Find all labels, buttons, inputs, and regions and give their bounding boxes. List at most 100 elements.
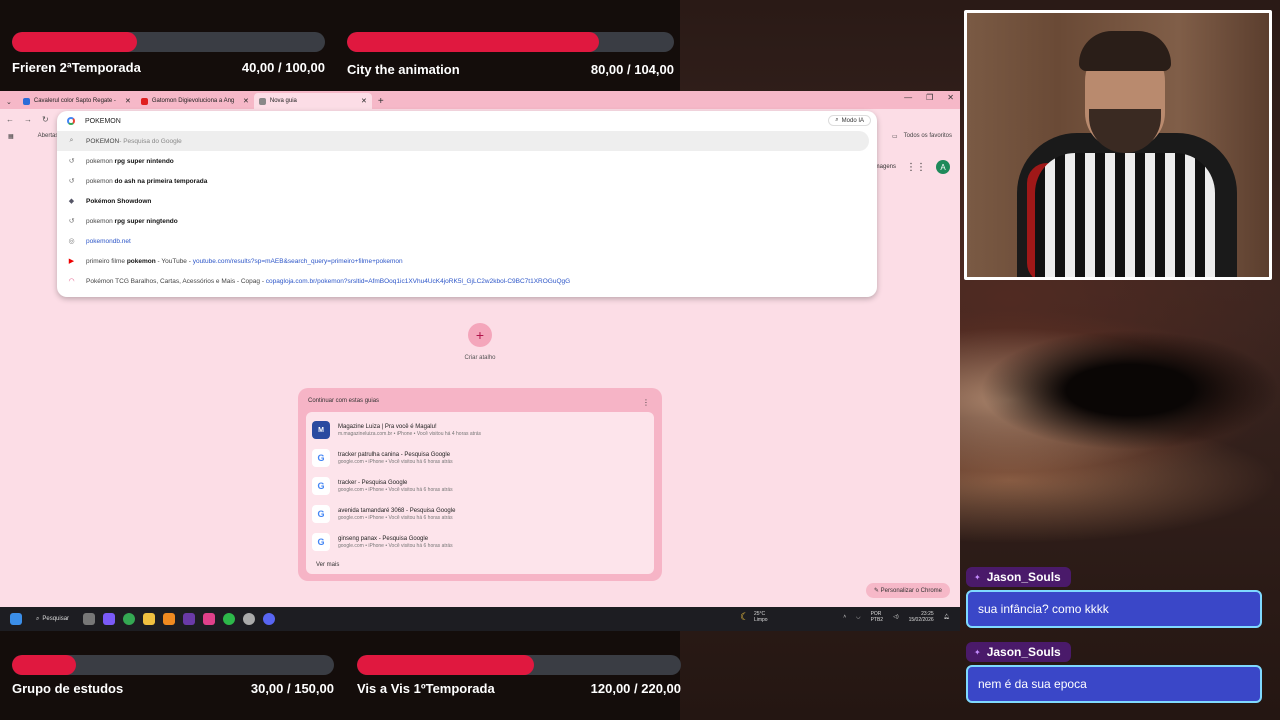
notification-icon[interactable]: 🔔︎	[944, 614, 950, 620]
list-item[interactable]: G tracker - Pesquisa Google google.com • …	[312, 472, 648, 500]
suggestion-bold: pokemon	[126, 257, 156, 265]
github-icon[interactable]	[243, 613, 256, 625]
apps-icon[interactable]: ▦	[8, 133, 14, 140]
omnibox-input[interactable]: POKEMON	[57, 111, 877, 131]
suggestion-item[interactable]: ↺ pokemon rpg super nintendo	[57, 151, 877, 171]
chat-username: ✦ Jason_Souls	[966, 567, 1071, 587]
magalu-icon: M	[312, 421, 330, 439]
continue-tabs-title: Continuar com estas guias	[308, 398, 380, 404]
list-item[interactable]: G ginseng panax - Pesquisa Google google.…	[312, 528, 648, 556]
suggestion-bold: rpg super ningtendo	[114, 217, 178, 225]
chat-username: ✦ Jason_Souls	[966, 642, 1071, 662]
instagram-icon[interactable]	[203, 613, 216, 625]
see-more-link[interactable]: Ver mais	[312, 556, 648, 570]
sublime-icon[interactable]	[163, 613, 176, 625]
suggestion-item[interactable]: ⌕ POKEMON- Pesquisa do Google	[57, 131, 869, 151]
suggestion-item[interactable]: ◎ pokemondb.net	[57, 231, 877, 251]
add-shortcut-button[interactable]: +	[468, 323, 492, 347]
tab-cavalerul[interactable]: Cavalerul color Sapto Regate - ✕	[18, 93, 136, 109]
goal-progress-track	[12, 655, 334, 675]
obs-icon[interactable]	[183, 613, 196, 625]
chat-user-label: Jason_Souls	[986, 570, 1061, 584]
task-view-icon[interactable]	[83, 613, 96, 625]
suggestion-text: pokemon rpg super ningtendo	[86, 218, 178, 225]
weather-widget[interactable]: ☾ 25°C Limpo	[740, 611, 768, 623]
suggestion-url: pokemondb.net	[86, 237, 131, 245]
suggestion-text: Pokémon TCG Baralhos, Cartas, Acessórios…	[86, 278, 570, 285]
copag-icon: ◠	[68, 278, 75, 285]
suggestion-item[interactable]: ◆ Pokémon Showdown	[57, 191, 877, 211]
maximize-icon[interactable]: ❐	[926, 93, 933, 102]
chrome-icon[interactable]	[123, 613, 136, 625]
clock[interactable]: 23:25 15/02/2026	[909, 611, 934, 623]
item-subtitle: google.com • iPhone • Você visitou há 6 …	[338, 458, 453, 465]
copilot-icon[interactable]	[103, 613, 116, 625]
list-item[interactable]: G avenida tamandaré 3068 - Pesquisa Goog…	[312, 500, 648, 528]
language-indicator[interactable]: POR PTB2	[871, 611, 884, 623]
system-tray: ˄ ◡ POR PTB2 ◁) 23:25 15/02/2026 🔔︎	[843, 611, 950, 623]
close-icon[interactable]: ✕	[947, 93, 954, 102]
goal-value: 30,00 / 150,00	[250, 681, 334, 696]
omnibox-dropdown: POKEMON ⌕ Modo IA ⌕ POKEMON- Pesquisa do G…	[57, 111, 877, 297]
badge-icon: ✦	[974, 572, 981, 582]
showdown-icon: ◆	[68, 198, 75, 205]
more-options-icon[interactable]: ⋮	[642, 398, 650, 407]
tab-list-icon[interactable]: ⌄	[6, 98, 12, 106]
wifi-icon[interactable]: ◡	[856, 614, 860, 620]
chat-message: sua infância? como kkkk	[966, 590, 1262, 628]
goal-title: Frieren 2ªTemporada	[12, 60, 141, 75]
goal-progress-track	[347, 32, 674, 52]
suggestion-item[interactable]: ↺ pokemon rpg super ningtendo	[57, 211, 877, 231]
suggestion-item[interactable]: ↺ pokemon do ash na primeira temporada	[57, 171, 877, 191]
suggestion-bold: rpg super nintendo	[114, 157, 174, 165]
chevron-up-icon[interactable]: ˄	[843, 614, 846, 620]
minimize-icon[interactable]: —	[904, 93, 912, 102]
suggestion-list: ⌕ POKEMON- Pesquisa do Google ↺ pokemon rpg…	[57, 131, 877, 291]
suggestion-text: pokemon rpg super nintendo	[86, 158, 174, 165]
google-icon: G	[312, 449, 330, 467]
tab-label: Cavalerul color Sapto Regate -	[33, 98, 116, 104]
tab-close-icon[interactable]: ✕	[243, 97, 249, 105]
bookmark-all-favorites[interactable]: Todos os favoritos	[904, 133, 952, 139]
taskbar-search[interactable]: ⌕ Pesquisar	[30, 616, 75, 623]
item-subtitle: google.com • iPhone • Você visitou há 6 …	[338, 514, 453, 521]
list-item[interactable]: G tracker patrulha canina - Pesquisa Goo…	[312, 444, 648, 472]
suggestion-text: POKEMON- Pesquisa do Google	[86, 138, 182, 145]
modo-ia-button[interactable]: ⌕ Modo IA	[828, 115, 871, 126]
tab-close-icon[interactable]: ✕	[361, 97, 367, 105]
goal-grupo: Grupo de estudos 30,00 / 150,00	[12, 655, 334, 696]
item-subtitle: m.magazineluiza.com.br • iPhone • Você v…	[338, 430, 482, 437]
suggestion-item[interactable]: ▶ primeiro filme pokemon - YouTube - yout…	[57, 251, 877, 271]
suggestion-pre: pokemon	[86, 217, 115, 225]
personalize-chrome-button[interactable]: ✎ Personalizar o Chrome	[865, 583, 950, 598]
suggestion-item[interactable]: ◠ Pokémon TCG Baralhos, Cartas, Acessório…	[57, 271, 877, 291]
back-icon[interactable]: ←	[6, 115, 14, 124]
tab-gatomon[interactable]: Gatomon Digievoluciona a Ang ✕	[136, 93, 254, 109]
google-icon: G	[312, 505, 330, 523]
folder-icon: ▭	[891, 133, 898, 140]
forward-icon[interactable]: →	[24, 115, 32, 124]
apps-grid-icon[interactable]: ⋮⋮	[906, 162, 926, 173]
suggestion-url: youtube.com/results?sp=mAEB&search_query…	[192, 257, 403, 265]
chat-message: nem é da sua epoca	[966, 665, 1262, 703]
google-header-right: Imagens ⋮⋮ A	[873, 160, 950, 174]
tab-nova-guia[interactable]: Nova guia ✕	[253, 93, 372, 109]
suggestion-text: primeiro filme pokemon - YouTube - youtu…	[86, 258, 403, 265]
suggestion-pre: POKEMON	[86, 137, 120, 145]
windows-start-icon[interactable]	[10, 613, 22, 625]
bookmark-abertas[interactable]: Abertas	[38, 133, 59, 139]
whatsapp-icon[interactable]	[223, 613, 236, 625]
list-item[interactable]: M Magazine Luiza | Pra você é Magalu! m.m…	[312, 416, 648, 444]
tab-close-icon[interactable]: ✕	[125, 97, 131, 105]
plus-icon[interactable]: +	[378, 96, 384, 107]
google-g-icon	[67, 117, 75, 125]
discord-icon[interactable]	[263, 613, 276, 625]
volume-icon[interactable]: ◁)	[893, 614, 899, 620]
personalize-label: Personalizar o Chrome	[880, 588, 942, 594]
google-icon: G	[312, 533, 330, 551]
reload-icon[interactable]: ↻	[42, 115, 49, 124]
omnibox-query: POKEMON	[85, 117, 121, 125]
file-explorer-icon[interactable]	[143, 613, 156, 625]
profile-avatar[interactable]: A	[936, 160, 950, 174]
item-subtitle: google.com • iPhone • Você visitou há 6 …	[338, 486, 453, 493]
